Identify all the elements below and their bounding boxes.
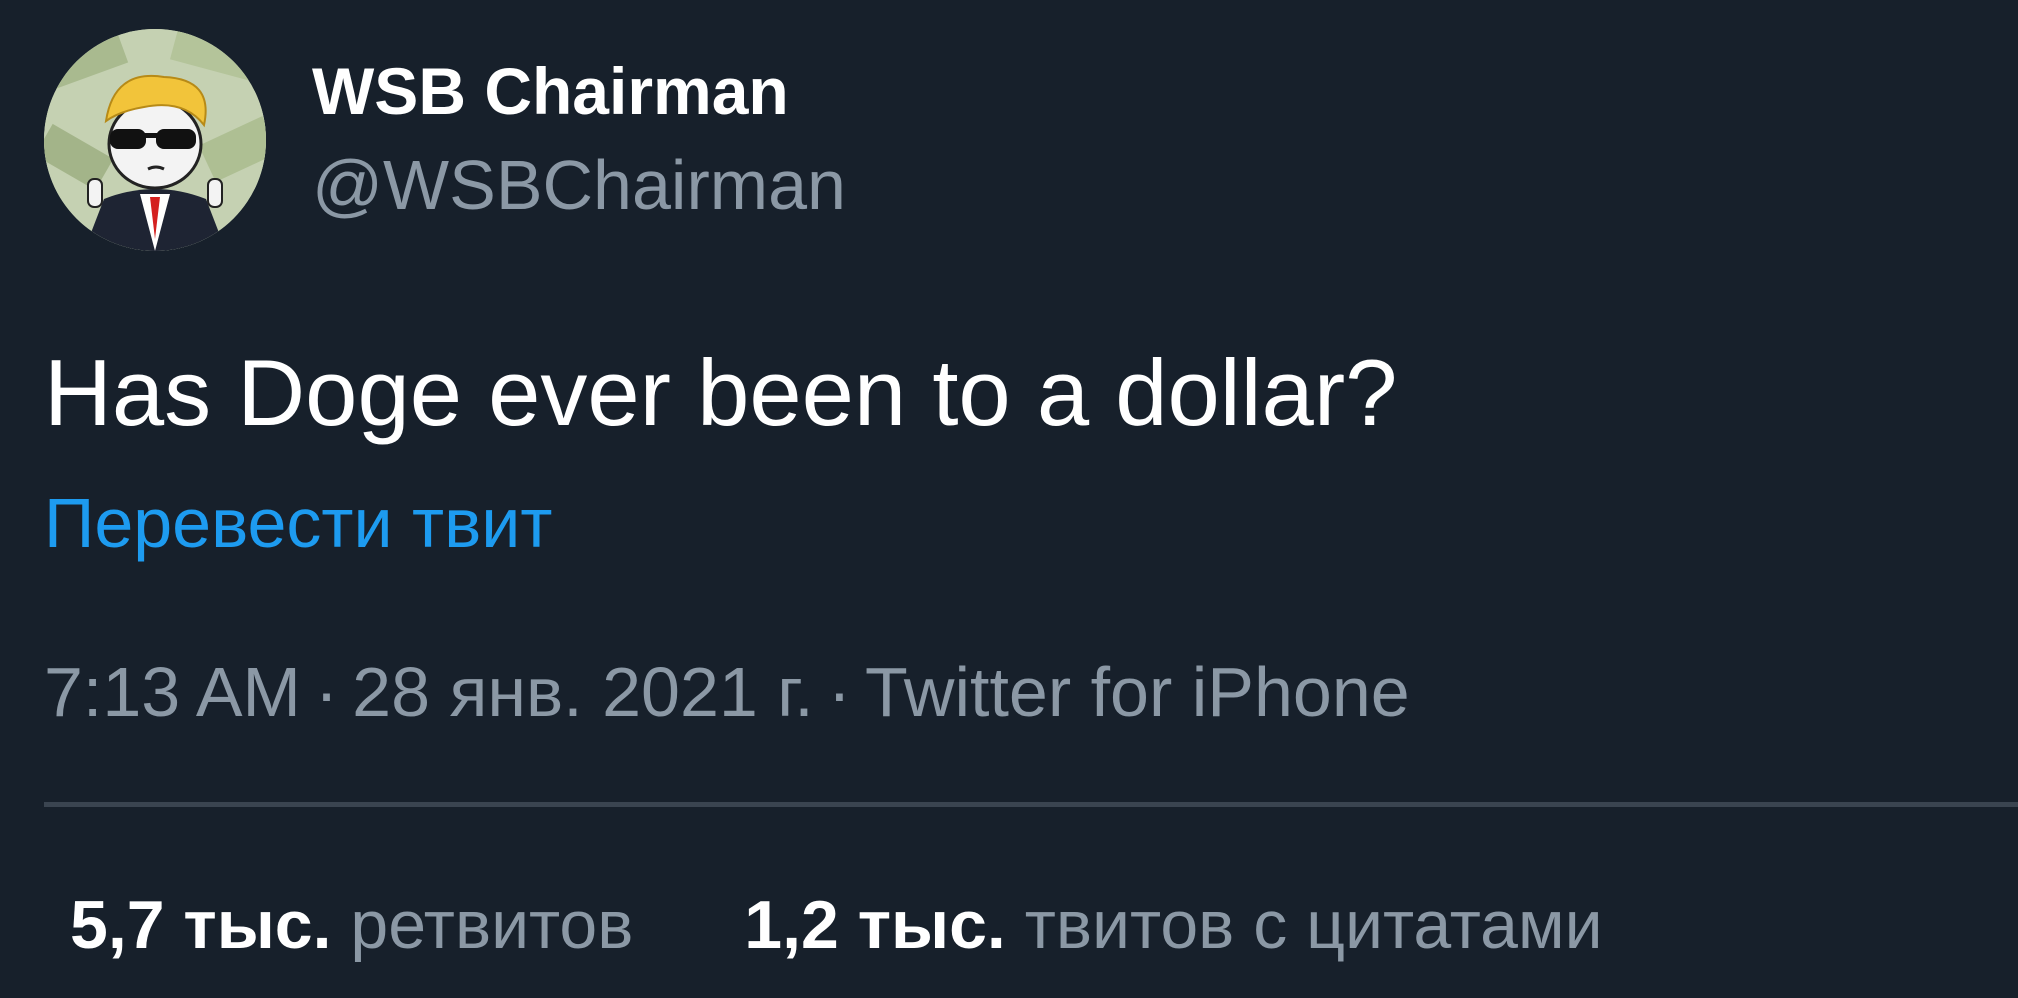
wsb-chairman-avatar-image	[44, 29, 266, 251]
quote-tweets-label: твитов с цитатами	[1024, 887, 1603, 963]
translate-tweet-link[interactable]: Перевести твит	[44, 482, 552, 564]
quote-tweets-stat[interactable]: 1,2 тыс. твитов с цитатами	[744, 884, 1602, 966]
quote-tweets-count: 1,2 тыс.	[744, 887, 1006, 963]
tweet-date[interactable]: 28 янв. 2021 г.	[352, 653, 814, 731]
divider	[44, 802, 2018, 807]
retweets-count: 5,7 тыс.	[70, 887, 332, 963]
avatar[interactable]	[44, 29, 266, 251]
retweets-label: ретвитов	[350, 887, 634, 963]
meta-separator: ·	[827, 653, 852, 731]
meta-separator: ·	[314, 653, 339, 731]
tweet-source[interactable]: Twitter for iPhone	[865, 653, 1410, 731]
tweet-text: Has Doge ever been to a dollar?	[44, 340, 1398, 445]
author-display-name[interactable]: WSB Chairman	[312, 52, 789, 130]
author-handle[interactable]: @WSBChairman	[312, 144, 846, 226]
tweet-time[interactable]: 7:13 AM	[44, 653, 301, 731]
retweets-stat[interactable]: 5,7 тыс. ретвитов	[70, 884, 633, 966]
tweet-meta: 7:13 AM · 28 янв. 2021 г. · Twitter for iPho…	[44, 651, 1410, 733]
tweet-stats: 5,7 тыс. ретвитов 1,2 тыс. твитов с цита…	[70, 884, 1695, 966]
